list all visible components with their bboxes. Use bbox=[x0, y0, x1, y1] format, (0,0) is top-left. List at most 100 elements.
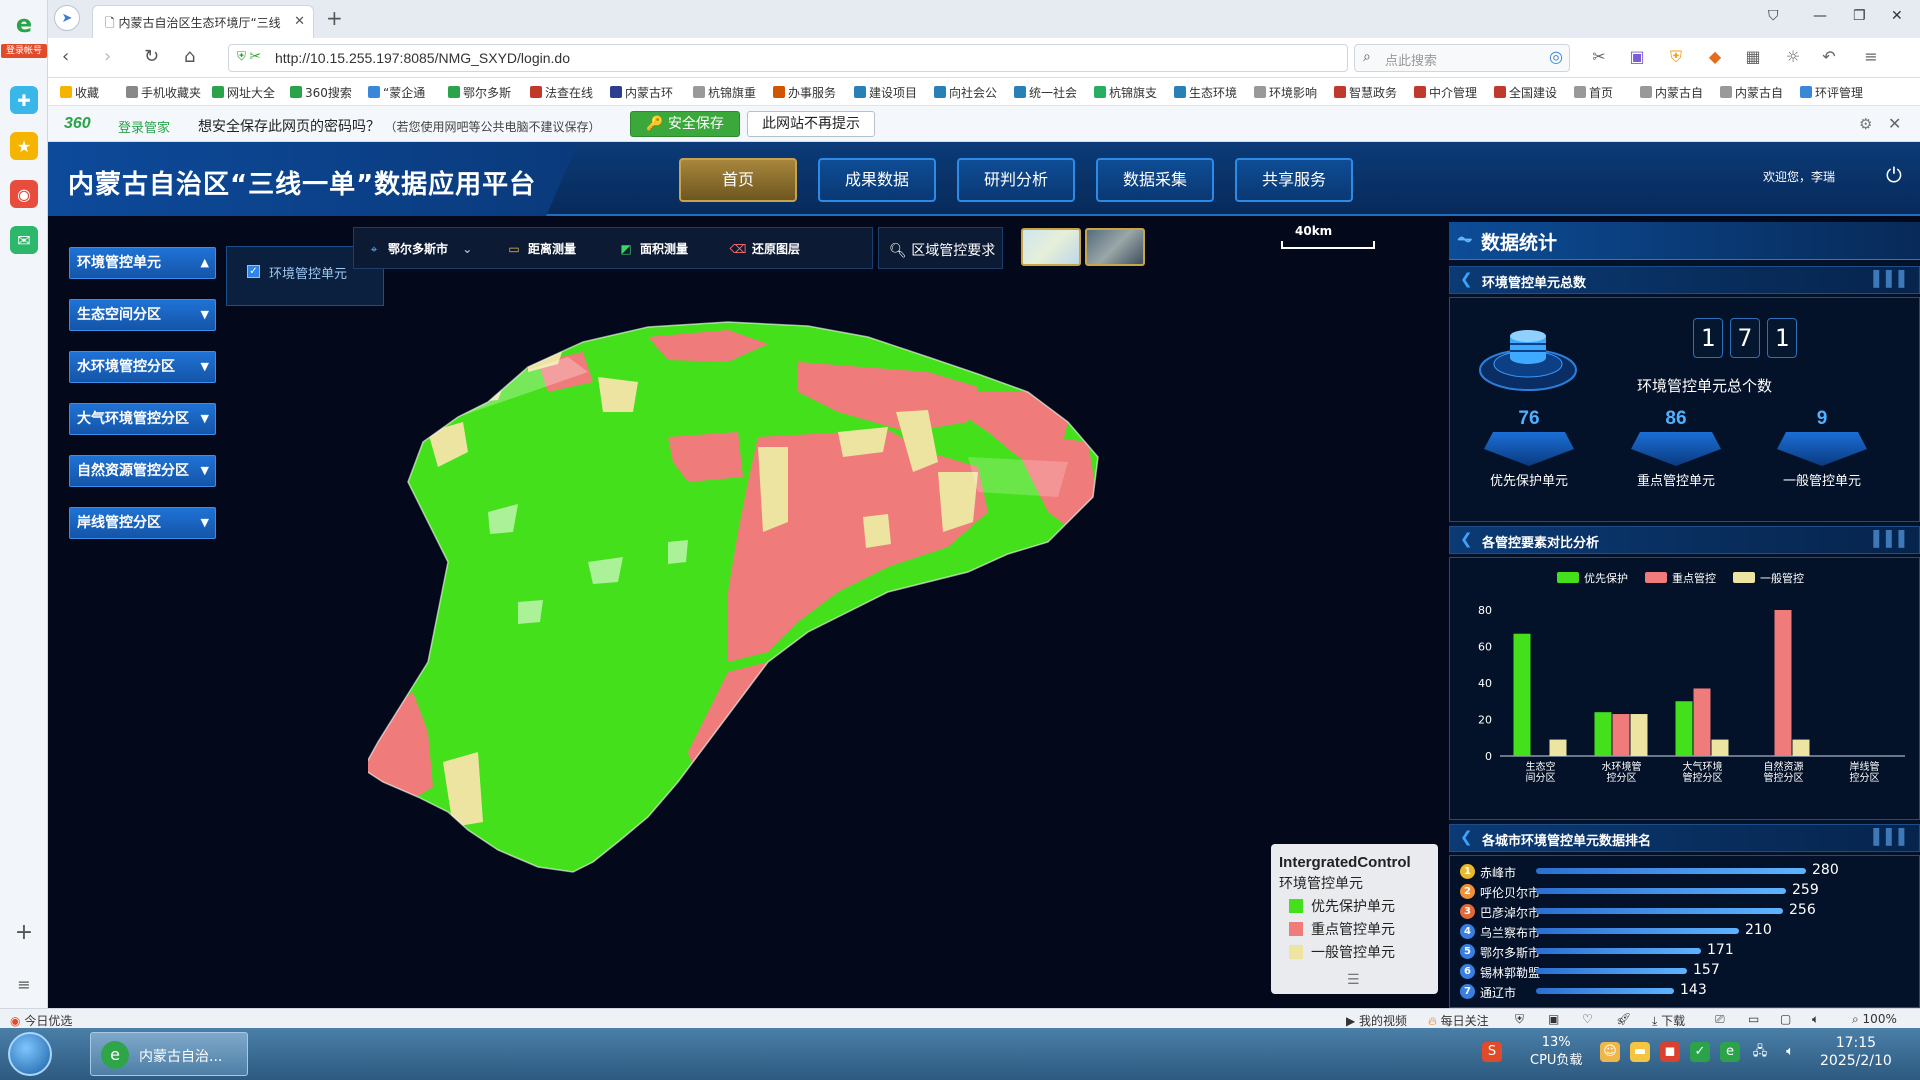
download-status[interactable]: ⤓ 下载 bbox=[1652, 1012, 1685, 1029]
nav-collect[interactable]: 数据采集 bbox=[1096, 158, 1214, 202]
today-pick[interactable]: ◉ 今日优选 bbox=[10, 1012, 72, 1029]
weibo-icon[interactable]: ◉ bbox=[10, 180, 38, 208]
home-icon[interactable]: ⌂ bbox=[184, 46, 195, 67]
tab-close-icon[interactable]: ✕ bbox=[294, 14, 305, 29]
game-icon[interactable]: ◆ bbox=[1704, 47, 1726, 69]
bookmark-item[interactable]: 建设项目 bbox=[854, 84, 917, 101]
bookmark-item[interactable]: 收藏 bbox=[60, 84, 99, 101]
section-city-ranking[interactable]: ❮ 各城市环境管控单元数据排名 ▌▌▌ bbox=[1449, 824, 1920, 852]
browser-nav-icon[interactable]: ➤ bbox=[54, 5, 80, 31]
menu-icon[interactable]: ≡ bbox=[1860, 47, 1882, 69]
browser-logo-icon[interactable]: e bbox=[10, 10, 38, 38]
menu-natural-resources[interactable]: 自然资源管控分区 ▼ bbox=[69, 455, 216, 487]
refresh-icon[interactable]: ↻ bbox=[144, 46, 159, 67]
minimize-icon[interactable]: — bbox=[1813, 8, 1827, 24]
tray-app-icon[interactable]: ☺ bbox=[1600, 1042, 1620, 1062]
bookmark-item[interactable]: 向社会公 bbox=[934, 84, 997, 101]
browser-tab[interactable]: 🗋 内蒙古自治区生态环境厅“三线 ✕ bbox=[92, 5, 314, 38]
map-canvas[interactable] bbox=[368, 282, 1338, 942]
scissors-icon[interactable]: ✂ bbox=[1588, 47, 1610, 69]
daily-focus[interactable]: 🔥︎ 每日关注 bbox=[1428, 1012, 1489, 1029]
bookmark-item[interactable]: 智慧政务 bbox=[1334, 84, 1397, 101]
bookmark-item[interactable]: 中介管理 bbox=[1414, 84, 1477, 101]
menu-air[interactable]: 大气环境管控分区 ▼ bbox=[69, 403, 216, 435]
add-icon[interactable]: + bbox=[10, 918, 38, 946]
nav-share[interactable]: 共享服务 bbox=[1235, 158, 1353, 202]
region-requirement-button[interactable]: 🔍︎ 区域管控要求 bbox=[878, 227, 1003, 269]
cpu-indicator[interactable]: 13% CPU负载 bbox=[1530, 1034, 1582, 1070]
bookmark-item[interactable]: 法查在线 bbox=[530, 84, 593, 101]
safe-save-button[interactable]: 🔑 安全保存 bbox=[630, 111, 740, 137]
bookmark-item[interactable]: 环境影响 bbox=[1254, 84, 1317, 101]
nav-analysis[interactable]: 研判分析 bbox=[957, 158, 1075, 202]
taskbar-browser-app[interactable]: e 内蒙古自治... bbox=[90, 1032, 248, 1076]
extension-icon[interactable]: ▣ bbox=[1626, 47, 1648, 69]
shirt-icon[interactable]: ⛉ bbox=[1768, 8, 1779, 24]
power-icon[interactable]: ⏻ bbox=[1886, 163, 1902, 187]
section-compare[interactable]: ❮ 各管控要素对比分析 ▌▌▌ bbox=[1449, 526, 1920, 554]
layer-checkbox[interactable]: ✓ bbox=[247, 265, 260, 278]
menu-water[interactable]: 水环境管控分区 ▼ bbox=[69, 351, 216, 383]
screen-icon[interactable]: ▢ bbox=[1780, 1012, 1791, 1026]
bookmark-item[interactable]: 环评管理 bbox=[1800, 84, 1863, 101]
grid-icon[interactable]: ▦ bbox=[1742, 47, 1764, 69]
restore-layer-button[interactable]: ⌫ 还原图层 bbox=[728, 240, 801, 257]
search-input[interactable]: ⌕ 点此搜索 bbox=[1354, 44, 1570, 72]
volume-icon[interactable]: 🔈︎ bbox=[1780, 1042, 1800, 1062]
network-icon[interactable]: 🖧︎ bbox=[1750, 1042, 1770, 1062]
start-button[interactable] bbox=[8, 1032, 52, 1076]
image-status-icon[interactable]: ▣ bbox=[1548, 1012, 1559, 1026]
nav-results[interactable]: 成果数据 bbox=[818, 158, 936, 202]
folder-icon[interactable]: ▬ bbox=[1630, 1042, 1650, 1062]
menu-env-control-unit[interactable]: 环境管控单元 ▲ bbox=[69, 247, 216, 279]
window-icon[interactable]: ▭ bbox=[1748, 1012, 1759, 1026]
menu-eco-space[interactable]: 生态空间分区 ▼ bbox=[69, 299, 216, 331]
bookmark-item[interactable]: 内蒙古自 bbox=[1640, 84, 1703, 101]
star-icon[interactable]: ★ bbox=[10, 132, 38, 160]
basemap-satellite-thumbnail[interactable] bbox=[1085, 228, 1145, 266]
area-measure-button[interactable]: ◩ 面积测量 bbox=[616, 240, 688, 257]
bookmark-item[interactable]: 办事服务 bbox=[773, 84, 836, 101]
bookmark-item[interactable]: 内蒙古环 bbox=[610, 84, 673, 101]
sound-icon[interactable]: 🔈︎ bbox=[1812, 1012, 1819, 1027]
gear-icon[interactable]: ⚙ bbox=[1859, 115, 1872, 133]
bookmark-item[interactable]: 360搜索 bbox=[290, 84, 352, 101]
bookmark-item[interactable]: 手机收藏夹 bbox=[126, 84, 201, 101]
zoom-level[interactable]: ⌕ 100% bbox=[1852, 1012, 1897, 1027]
city-select[interactable]: ⌖ 鄂尔多斯市 ⌄ bbox=[364, 240, 473, 257]
bookmark-item[interactable]: 杭锦旗重 bbox=[693, 84, 756, 101]
bookmark-item[interactable]: 首页 bbox=[1574, 84, 1613, 101]
tray-360-icon[interactable]: e bbox=[1720, 1042, 1740, 1062]
clock[interactable]: 17:15 2025/2/10 bbox=[1820, 1034, 1892, 1070]
nav-home[interactable]: 首页 bbox=[679, 158, 797, 202]
distance-measure-button[interactable]: ▭ 距离测量 bbox=[504, 240, 576, 257]
sogou-icon[interactable]: S bbox=[1482, 1042, 1502, 1062]
bookmark-item[interactable]: 生态环境 bbox=[1174, 84, 1237, 101]
undo-icon[interactable]: ↶ bbox=[1818, 47, 1840, 69]
heart-status-icon[interactable]: ♡ bbox=[1582, 1012, 1593, 1026]
close-icon[interactable]: ✕ bbox=[1888, 114, 1901, 133]
basemap-vector-thumbnail[interactable] bbox=[1021, 228, 1081, 266]
section-unit-total[interactable]: ❮ 环境管控单元总数 ▌▌▌ bbox=[1449, 266, 1920, 294]
shield-icon[interactable]: ⛨ bbox=[1665, 47, 1687, 69]
mail-icon[interactable]: ✉ bbox=[10, 226, 38, 254]
plus-app-icon[interactable]: ✚ bbox=[10, 86, 38, 114]
bookmark-item[interactable]: 内蒙古自 bbox=[1720, 84, 1783, 101]
maximize-icon[interactable]: ❐ bbox=[1853, 8, 1866, 24]
close-window-icon[interactable]: ✕ bbox=[1891, 8, 1903, 24]
bookmark-item[interactable]: 统一社会 bbox=[1014, 84, 1077, 101]
bookmark-item[interactable]: 鄂尔多斯 bbox=[448, 84, 511, 101]
my-video[interactable]: ▶ 我的视频 bbox=[1346, 1012, 1407, 1029]
legend-menu-icon[interactable]: ☰ bbox=[1347, 972, 1360, 988]
tray-green-icon[interactable]: ✓ bbox=[1690, 1042, 1710, 1062]
forward-icon[interactable]: › bbox=[104, 46, 111, 67]
brightness-icon[interactable]: ☼ bbox=[1782, 47, 1804, 69]
login-account-badge[interactable]: 登录帐号 bbox=[1, 44, 47, 58]
url-input[interactable]: ⛨ ✂ http://10.15.255.197:8085/NMG_SXYD/l… bbox=[228, 44, 1348, 72]
shield-status-icon[interactable]: ⛨ bbox=[1515, 1012, 1524, 1027]
new-tab-icon[interactable]: + bbox=[326, 6, 343, 30]
bookmark-item[interactable]: 杭锦旗支 bbox=[1094, 84, 1157, 101]
bookmark-item[interactable]: 网址大全 bbox=[212, 84, 275, 101]
translate-icon[interactable]: ◎ bbox=[1545, 47, 1567, 69]
bookmark-item[interactable]: 全国建设 bbox=[1494, 84, 1557, 101]
